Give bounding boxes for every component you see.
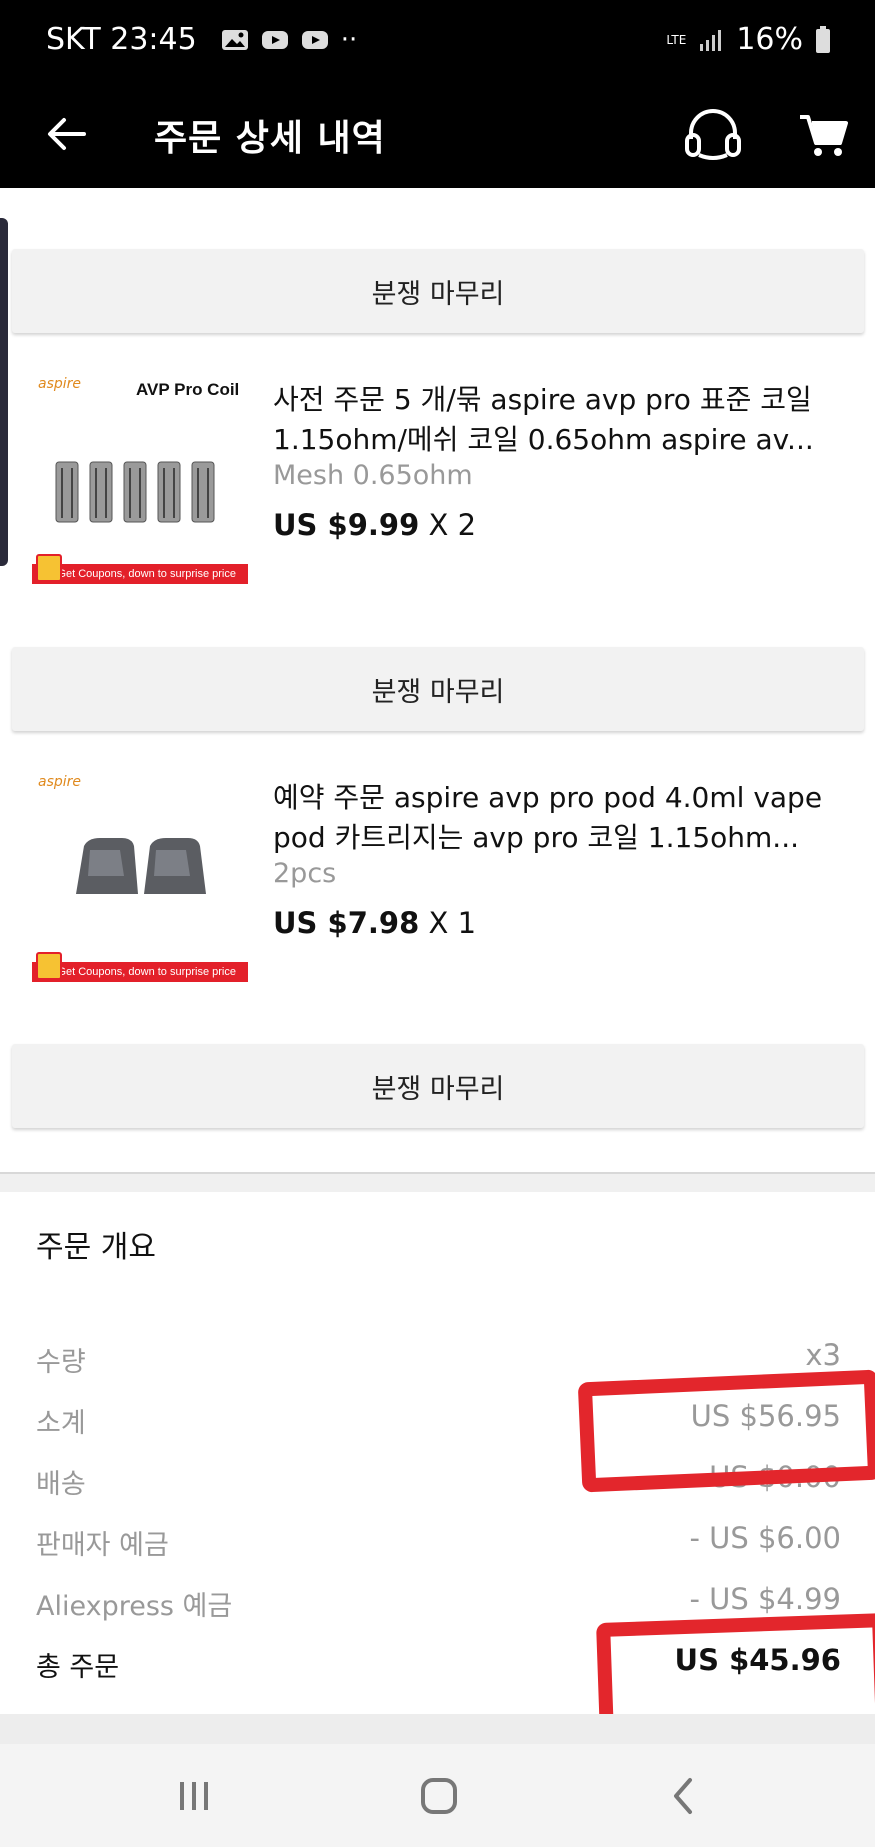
coupon-cart-icon	[36, 952, 62, 980]
coupon-cart-icon	[36, 554, 62, 582]
pod-image	[76, 838, 206, 894]
summary-label: 총 주문	[36, 1652, 120, 1683]
product-thumbnail: aspire AVP Pro Coil Get Coupons, down to…	[32, 368, 248, 584]
coupon-text: Get Coupons, down to surprise price	[57, 966, 236, 978]
product-title[interactable]: 예약 주문 aspire avp pro pod 4.0ml vape pod …	[273, 778, 843, 858]
thumbnail-caption: AVP Pro Coil	[136, 380, 240, 399]
summary-label: 판매자 예금	[36, 1530, 169, 1561]
unit-price: US $7.98	[273, 906, 420, 940]
summary-row-seller-credit: 판매자 예금 - US $6.00	[0, 1515, 875, 1565]
summary-label: 배송	[36, 1469, 86, 1500]
back-button[interactable]	[36, 104, 96, 164]
back-chevron-icon	[674, 1778, 692, 1814]
coil-image	[55, 461, 215, 523]
close-dispute-button[interactable]: 분쟁 마무리	[12, 647, 864, 731]
section-divider	[0, 1172, 875, 1192]
app-header: 주문 상세 내역	[0, 82, 875, 188]
battery-icon	[816, 25, 830, 53]
carrier-time: SKT 23:45	[46, 22, 197, 57]
order-item[interactable]: aspire AVP Pro Coil Get Coupons, down to…	[0, 358, 875, 598]
recent-apps-button[interactable]	[158, 1764, 230, 1828]
product-title-line: 사전 주문 5 개/묶 aspire avp pro 표준 코일	[273, 383, 812, 416]
quantity: X 2	[428, 508, 477, 542]
product-variant: Mesh 0.65ohm	[273, 460, 473, 491]
coupon-banner: Get Coupons, down to surprise price	[32, 554, 248, 584]
coupon-banner: Get Coupons, down to surprise price	[32, 952, 248, 982]
home-button[interactable]	[403, 1764, 475, 1828]
product-title-line: pod 카트리지는 avp pro 코일 1.15ohm...	[273, 821, 800, 854]
brand-logo: aspire	[38, 376, 82, 392]
signal-icon	[700, 29, 722, 51]
order-item[interactable]: aspire Get Coupons, down to surprise pri…	[0, 756, 875, 996]
summary-label: 소계	[36, 1408, 86, 1439]
close-dispute-button[interactable]: 분쟁 마무리	[12, 249, 864, 333]
system-nav-bar	[0, 1744, 875, 1847]
summary-value: - US $4.99	[689, 1582, 841, 1616]
product-variant: 2pcs	[273, 858, 337, 889]
back-arrow-icon	[48, 118, 86, 150]
product-price: US $7.98 X 1	[273, 906, 476, 940]
product-title-line: 예약 주문 aspire avp pro pod 4.0ml vape	[273, 781, 823, 814]
unit-price: US $9.99	[273, 508, 420, 542]
summary-label: Aliexpress 예금	[36, 1591, 233, 1622]
gallery-icon	[221, 29, 248, 50]
order-summary-title: 주문 개요	[36, 1230, 156, 1265]
close-dispute-button[interactable]: 분쟁 마무리	[12, 1044, 864, 1128]
brand-logo: aspire	[38, 774, 82, 790]
product-title-line: 1.15ohm/메쉬 코일 0.65ohm aspire av...	[273, 423, 814, 456]
lte-indicator: LTE	[666, 32, 687, 47]
recent-apps-icon	[180, 1782, 208, 1810]
quantity: X 1	[428, 906, 477, 940]
coupon-text: Get Coupons, down to surprise price	[57, 568, 236, 580]
system-back-button[interactable]	[648, 1764, 720, 1828]
summary-value: - US $6.00	[689, 1521, 841, 1555]
summary-value: x3	[805, 1338, 841, 1372]
status-bar: SKT 23:45 ·· LTE 16%	[0, 0, 875, 82]
youtube-icon	[261, 30, 288, 49]
headset-icon	[685, 109, 741, 160]
product-title[interactable]: 사전 주문 5 개/묶 aspire avp pro 표준 코일 1.15ohm…	[273, 380, 843, 460]
customer-support-button[interactable]	[680, 102, 746, 168]
cart-button[interactable]	[792, 104, 854, 166]
product-thumbnail: aspire Get Coupons, down to surprise pri…	[32, 766, 248, 982]
more-dots: ··	[340, 24, 358, 55]
product-price: US $9.99 X 2	[273, 508, 476, 542]
page-title: 주문 상세 내역	[154, 118, 386, 159]
notification-icons: ··	[221, 24, 358, 55]
status-right: LTE 16%	[666, 22, 831, 57]
bottom-spacer	[0, 1714, 875, 1744]
status-left: SKT 23:45 ··	[46, 22, 357, 57]
home-icon	[421, 1778, 457, 1814]
red-highlight-mark	[577, 1369, 875, 1493]
summary-label: 수량	[36, 1347, 86, 1378]
battery-percent: 16%	[736, 22, 803, 57]
youtube-icon-2	[301, 30, 328, 49]
cart-icon	[800, 115, 848, 156]
